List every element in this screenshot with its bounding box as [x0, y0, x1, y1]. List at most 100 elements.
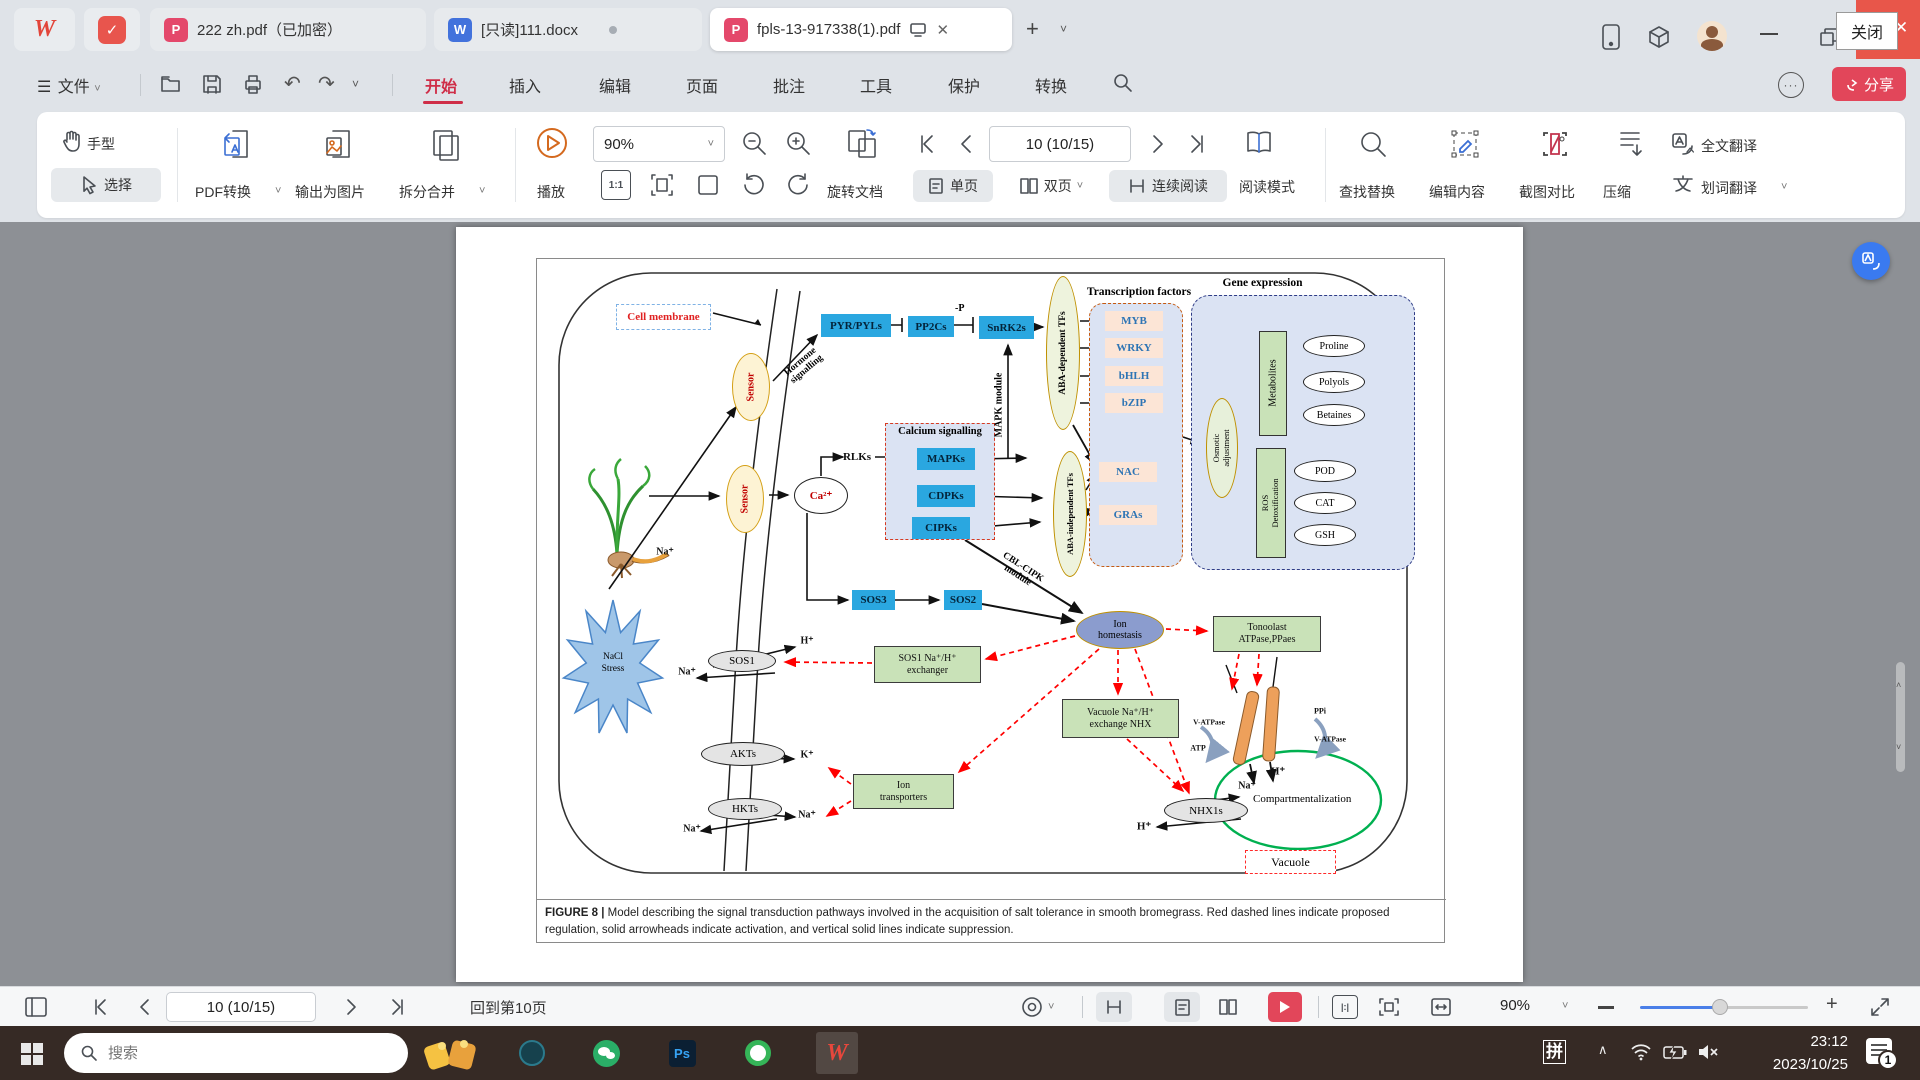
zoom-slider-knob[interactable]: [1712, 999, 1728, 1015]
taskbar-app-browser[interactable]: [744, 1039, 772, 1067]
chevron-down-icon[interactable]: ˅: [1781, 181, 1787, 193]
pdf-convert-label[interactable]: PDF转换: [195, 182, 251, 202]
autoplay-button[interactable]: [1268, 992, 1302, 1022]
more-options-icon[interactable]: ···: [1778, 72, 1804, 98]
translate-full-icon[interactable]: [1671, 132, 1695, 156]
first-page-icon[interactable]: [915, 132, 937, 156]
clock[interactable]: 23:12 2023/10/25: [1744, 1031, 1848, 1076]
tab-document-2[interactable]: W [只读]111.docx: [434, 8, 702, 51]
wps-logo[interactable]: W: [14, 8, 75, 51]
back-to-page-button[interactable]: 回到第10页: [470, 997, 547, 1018]
next-page-icon[interactable]: [344, 997, 360, 1017]
play-slideshow-icon[interactable]: [535, 126, 569, 160]
tab-list-chevron-icon[interactable]: ˅: [1060, 22, 1067, 36]
chevron-down-icon[interactable]: ˅: [275, 185, 281, 197]
page-indicator-field[interactable]: 10 (10/15): [989, 126, 1131, 162]
zoom-slider-track-right[interactable]: [1720, 1006, 1808, 1009]
split-merge-label[interactable]: 拆分合并: [399, 182, 455, 202]
floating-translate-button[interactable]: [1852, 242, 1890, 280]
fit-page-button[interactable]: [1376, 995, 1402, 1019]
notification-center-icon[interactable]: 1: [1866, 1038, 1898, 1070]
fit-width-button[interactable]: [693, 170, 723, 200]
monitor-icon[interactable]: [909, 22, 927, 38]
start-button[interactable]: [20, 1042, 44, 1066]
user-avatar[interactable]: [1697, 21, 1727, 51]
menu-convert[interactable]: 转换: [1035, 73, 1067, 97]
prev-page-icon[interactable]: [136, 997, 152, 1017]
fit-width-button[interactable]: [1428, 995, 1454, 1019]
taskbar-app-wechat[interactable]: [592, 1039, 620, 1067]
rotate-document-label[interactable]: 旋转文档: [827, 182, 883, 202]
compress-icon[interactable]: [1615, 128, 1645, 160]
zoom-in-icon[interactable]: [783, 128, 813, 158]
menu-page[interactable]: 页面: [686, 73, 718, 97]
chevron-down-icon[interactable]: ˅: [1562, 1000, 1568, 1012]
open-folder-icon[interactable]: [159, 73, 183, 95]
continuous-reading-button[interactable]: 连续阅读: [1109, 170, 1227, 202]
zoom-percent-label[interactable]: 90%: [1500, 997, 1530, 1014]
search-input[interactable]: [108, 1044, 368, 1062]
hand-tool-label[interactable]: 手型: [87, 134, 115, 154]
first-page-icon[interactable]: [90, 997, 110, 1017]
menu-comment[interactable]: 批注: [773, 73, 805, 97]
menu-tools[interactable]: 工具: [860, 73, 892, 97]
view-visibility-button[interactable]: ˅: [1020, 995, 1054, 1019]
continuous-scroll-button[interactable]: [1096, 992, 1132, 1022]
share-button[interactable]: 分享: [1832, 67, 1906, 101]
translate-word-icon[interactable]: [1671, 174, 1695, 198]
tab-document-3-active[interactable]: P fpls-13-917338(1).pdf ✕: [710, 8, 1012, 51]
compress-label[interactable]: 压缩: [1603, 182, 1631, 202]
tab-document-1[interactable]: P 222 zh.pdf（已加密）: [150, 8, 426, 51]
edit-content-icon[interactable]: [1449, 128, 1481, 160]
rotate-document-icon[interactable]: [843, 126, 881, 162]
rotate-right-icon[interactable]: [783, 170, 813, 200]
save-icon[interactable]: [200, 73, 224, 95]
play-label[interactable]: 播放: [537, 182, 565, 202]
fullscreen-button[interactable]: [1868, 995, 1892, 1019]
3d-box-icon[interactable]: [1646, 24, 1672, 50]
menu-home[interactable]: 开始: [423, 73, 463, 104]
two-page-button[interactable]: [1210, 992, 1246, 1022]
last-page-icon[interactable]: [1187, 132, 1209, 156]
zoom-level-dropdown[interactable]: 90% ˅: [593, 126, 725, 162]
split-merge-icon[interactable]: [427, 126, 463, 162]
new-tab-button[interactable]: +: [1026, 16, 1039, 42]
menu-file[interactable]: ☰ 文件 ˅: [37, 73, 101, 97]
fit-page-button[interactable]: [647, 170, 677, 200]
menu-search-icon[interactable]: [1112, 72, 1134, 94]
undo-icon[interactable]: ↶: [284, 71, 301, 96]
book-view-icon[interactable]: [1243, 128, 1275, 158]
double-page-button[interactable]: 双页 ˅: [1003, 170, 1099, 202]
taskbar-app-photoshop[interactable]: Ps: [668, 1039, 696, 1067]
export-image-icon[interactable]: [321, 126, 357, 162]
find-replace-icon[interactable]: [1357, 128, 1389, 160]
wifi-icon[interactable]: [1630, 1042, 1652, 1062]
screenshot-compare-icon[interactable]: [1539, 128, 1571, 160]
screenshot-compare-label[interactable]: 截图对比: [1519, 182, 1575, 202]
print-icon[interactable]: [241, 73, 265, 95]
export-image-label[interactable]: 输出为图片: [295, 182, 365, 202]
scroll-down-icon[interactable]: ˅: [1896, 742, 1901, 752]
actual-size-button[interactable]: 1:1: [601, 170, 631, 200]
minimize-button[interactable]: [1760, 33, 1778, 35]
rotate-left-icon[interactable]: [739, 170, 769, 200]
scroll-up-icon[interactable]: ˄: [1896, 680, 1901, 690]
quickbar-chevron-icon[interactable]: ˅: [352, 77, 359, 91]
edit-content-label[interactable]: 编辑内容: [1429, 182, 1485, 202]
menu-insert[interactable]: 插入: [509, 73, 541, 97]
close-tab-icon[interactable]: ✕: [936, 21, 949, 39]
actual-size-button[interactable]: |:|: [1332, 995, 1358, 1019]
battery-icon[interactable]: [1662, 1042, 1688, 1062]
document-viewport[interactable]: Transcription factors Gene expression Ca…: [0, 222, 1920, 986]
taskbar-app-noodles[interactable]: [420, 1036, 484, 1072]
find-replace-label[interactable]: 查找替换: [1339, 182, 1395, 202]
zoom-out-button[interactable]: [1598, 1006, 1614, 1009]
taskbar-app-icon[interactable]: [518, 1039, 546, 1067]
redo-icon[interactable]: ↷: [318, 71, 335, 96]
speaker-muted-icon[interactable]: [1696, 1042, 1720, 1062]
menu-protect[interactable]: 保护: [948, 73, 980, 97]
hand-tool-icon[interactable]: [61, 129, 83, 153]
chevron-down-icon[interactable]: ˅: [479, 185, 485, 197]
mobile-view-icon[interactable]: [1598, 22, 1624, 52]
single-page-button[interactable]: 单页: [913, 170, 993, 202]
